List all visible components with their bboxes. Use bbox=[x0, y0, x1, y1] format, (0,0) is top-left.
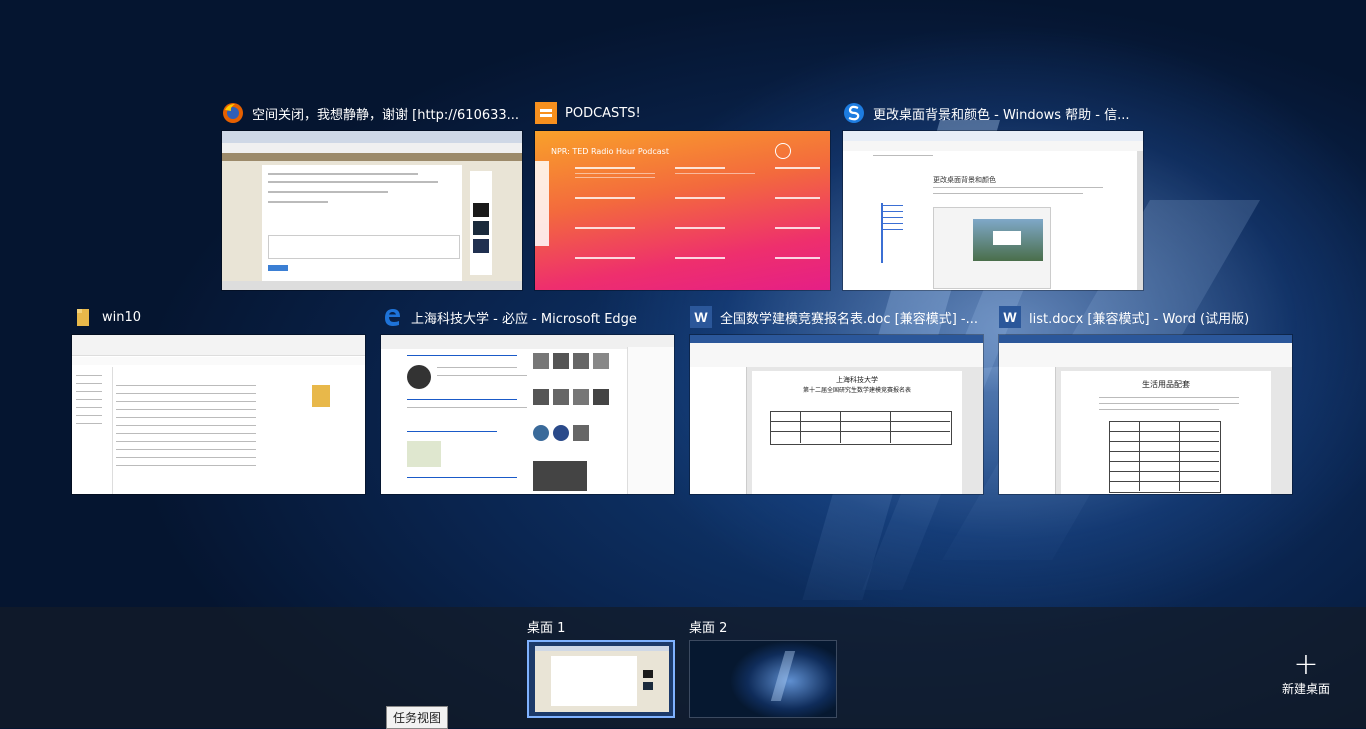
plus-icon: + bbox=[1293, 647, 1319, 682]
window-word-registration[interactable]: W 全国数学建模竞赛报名表.doc [兼容模式] -... 上海科技大学 第十二… bbox=[690, 304, 983, 494]
word-icon: W bbox=[999, 306, 1021, 328]
window-title-bar: W 全国数学建模竞赛报名表.doc [兼容模式] -... bbox=[690, 304, 983, 330]
window-thumbnail bbox=[222, 131, 522, 290]
desktop-1-label: 桌面 1 bbox=[527, 621, 566, 636]
help-heading: 更改桌面背景和颜色 bbox=[933, 176, 996, 184]
window-thumbnail: 上海科技大学 第十二届全国研究生数学建模竞赛报名表 bbox=[690, 335, 983, 494]
tooltip-task-view: 任务视图 bbox=[386, 706, 449, 729]
sogou-browser-icon bbox=[843, 102, 865, 124]
desktop-2-thumbnail[interactable] bbox=[689, 640, 837, 718]
edge-icon bbox=[381, 306, 403, 328]
window-word-list[interactable]: W list.docx [兼容模式] - Word (试用版) 生活用品配套 bbox=[999, 304, 1292, 494]
window-title-bar: 上海科技大学 - 必应 - Microsoft Edge bbox=[381, 304, 674, 330]
firefox-icon bbox=[222, 102, 244, 124]
window-title: 更改桌面背景和颜色 - Windows 帮助 - 信... bbox=[873, 107, 1130, 123]
window-title: 空间关闭，我想静静，谢谢 [http://610633... bbox=[252, 107, 520, 123]
window-file-explorer[interactable]: win10 bbox=[72, 304, 365, 494]
podcast-header: NPR: TED Radio Hour Podcast bbox=[551, 147, 669, 156]
window-title-bar: win10 bbox=[72, 304, 365, 330]
window-title: win10 bbox=[102, 309, 142, 325]
virtual-desktops-bar bbox=[0, 607, 1366, 728]
window-title-bar: W list.docx [兼容模式] - Word (试用版) bbox=[999, 304, 1292, 330]
window-title: PODCASTS! bbox=[565, 105, 641, 121]
window-firefox[interactable]: 空间关闭，我想静静，谢谢 [http://610633... bbox=[222, 100, 522, 290]
new-desktop-label: 新建桌面 bbox=[1281, 682, 1330, 696]
window-title-bar: 空间关闭，我想静静，谢谢 [http://610633... bbox=[222, 100, 522, 126]
doc-line-2: 第十二届全国研究生数学建模竞赛报名表 bbox=[802, 387, 911, 394]
window-title-bar: 更改桌面背景和颜色 - Windows 帮助 - 信... bbox=[843, 100, 1143, 126]
window-title-bar: PODCASTS! bbox=[535, 100, 830, 126]
window-thumbnail: 更改桌面背景和颜色 bbox=[843, 131, 1143, 290]
window-thumbnail: NPR: TED Radio Hour Podcast bbox=[535, 131, 830, 290]
window-title: 全国数学建模竞赛报名表.doc [兼容模式] -... bbox=[720, 311, 978, 327]
window-thumbnail: 生活用品配套 bbox=[999, 335, 1292, 494]
window-thumbnail bbox=[72, 335, 365, 494]
word-icon: W bbox=[690, 306, 712, 328]
window-windows-help[interactable]: 更改桌面背景和颜色 - Windows 帮助 - 信... 更改桌面背景和颜色 bbox=[843, 100, 1143, 290]
doc-heading: 生活用品配套 bbox=[1142, 380, 1190, 389]
desktop-1-thumbnail[interactable] bbox=[527, 640, 675, 718]
window-edge[interactable]: 上海科技大学 - 必应 - Microsoft Edge bbox=[381, 304, 674, 494]
desktop-2-label: 桌面 2 bbox=[689, 621, 728, 636]
doc-line-1: 上海科技大学 bbox=[836, 376, 878, 384]
window-podcasts[interactable]: PODCASTS! NPR: TED Radio Hour Podcast bbox=[535, 100, 830, 290]
window-title: 上海科技大学 - 必应 - Microsoft Edge bbox=[411, 311, 637, 327]
podcasts-icon bbox=[535, 102, 557, 124]
new-desktop-button[interactable]: + 新建桌面 bbox=[1278, 647, 1334, 697]
folder-icon bbox=[72, 306, 94, 328]
window-thumbnail bbox=[381, 335, 674, 494]
window-title: list.docx [兼容模式] - Word (试用版) bbox=[1029, 311, 1250, 327]
